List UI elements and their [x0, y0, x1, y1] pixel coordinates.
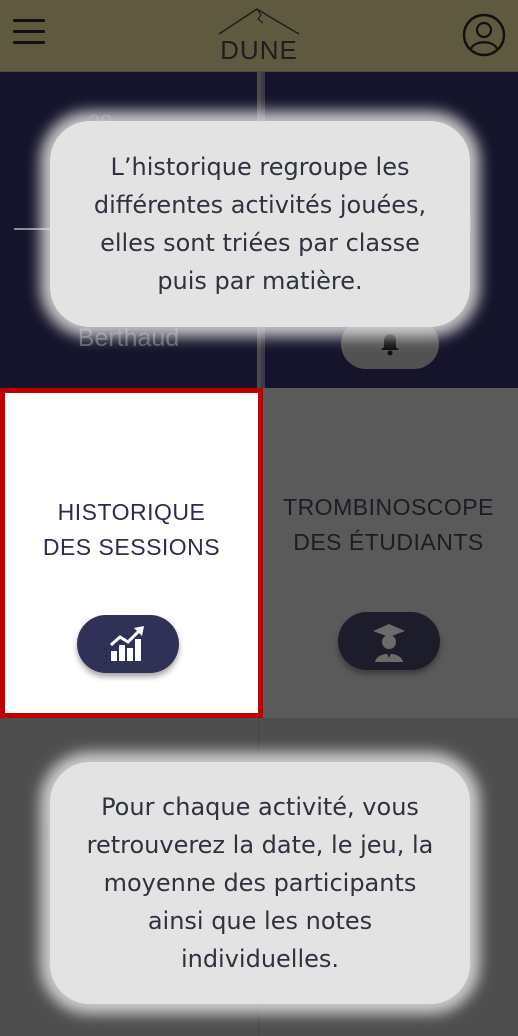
tutorial-callout-top: L’historique regroupe les différentes ac…	[50, 121, 470, 327]
graduate-student-icon	[373, 624, 405, 662]
bell-icon	[381, 334, 399, 356]
user-profile-icon[interactable]	[462, 13, 506, 57]
student-directory-button[interactable]	[338, 612, 440, 670]
mountain-logo-icon	[218, 8, 300, 35]
app-header: DUNE	[0, 0, 518, 71]
app-logo: DUNE	[209, 6, 309, 64]
chart-trend-icon	[110, 626, 144, 661]
hamburger-menu-icon[interactable]	[13, 19, 45, 49]
history-sessions-tile[interactable]: HISTORIQUE DES SESSIONS	[0, 388, 263, 718]
student-directory-title: TROMBINOSCOPE DES ÉTUDIANTS	[283, 494, 494, 555]
callout-bottom-text: Pour chaque activité, vous retrouverez l…	[86, 793, 434, 973]
tutorial-callout-bottom: Pour chaque activité, vous retrouverez l…	[50, 762, 470, 1004]
teacher-name: Berthaud	[77, 324, 180, 352]
history-sessions-title: HISTORIQUE DES SESSIONS	[42, 499, 221, 560]
callout-top-text: L’historique regroupe les différentes ac…	[93, 153, 427, 295]
student-directory-tile[interactable]: TROMBINOSCOPE DES ÉTUDIANTS	[263, 388, 518, 718]
history-sessions-button[interactable]	[77, 615, 179, 673]
logo-text: DUNE	[220, 35, 298, 65]
